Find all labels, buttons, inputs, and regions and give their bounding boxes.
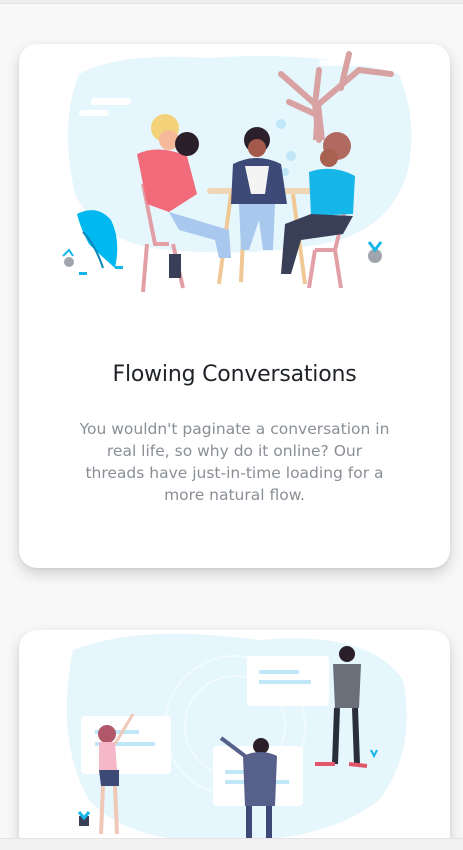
people-with-chat-bubbles-illustration xyxy=(66,633,407,843)
feature-card-flowing-conversations: Flowing Conversations You wouldn't pagin… xyxy=(19,44,450,568)
page: Flowing Conversations You wouldn't pagin… xyxy=(0,0,463,850)
feature-description: You wouldn't paginate a conversation in … xyxy=(79,420,390,504)
bottom-bar xyxy=(0,838,463,850)
top-edge xyxy=(0,0,463,4)
people-talking-at-table-illustration xyxy=(62,51,412,293)
feature-card-2 xyxy=(19,630,450,850)
feature-title: Flowing Conversations xyxy=(112,362,357,387)
